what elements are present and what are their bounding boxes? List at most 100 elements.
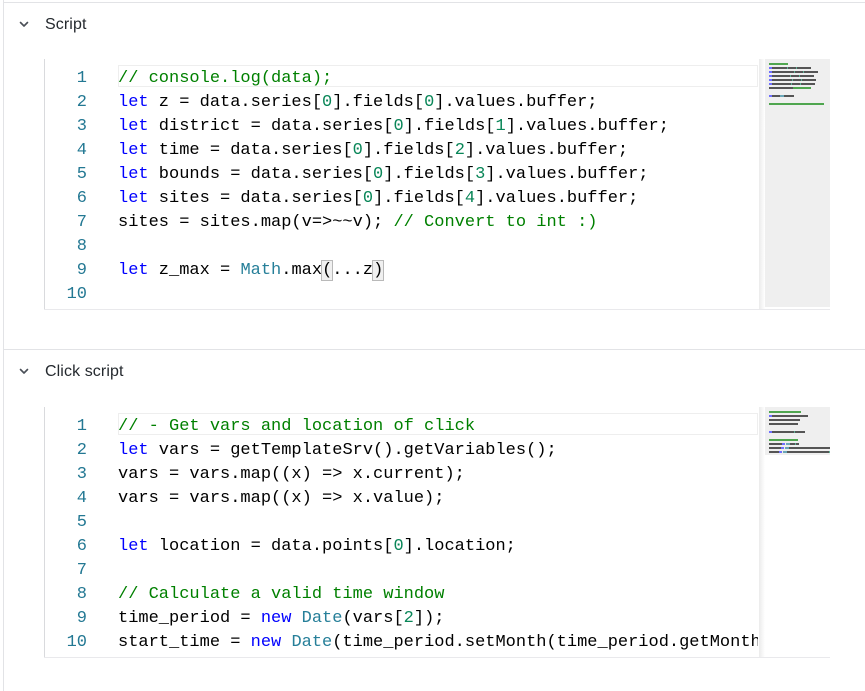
line-number: 8	[76, 585, 87, 604]
code-line: vars = vars.map((x) => x.current);	[118, 463, 465, 487]
code-token: ].fields[	[383, 165, 476, 184]
minimap-line	[795, 431, 805, 433]
code-token: let	[118, 261, 149, 280]
click-script-section-header[interactable]: Click script	[4, 350, 865, 394]
editor-bottom-border	[44, 309, 830, 310]
minimap-line	[781, 447, 784, 449]
code-token: ]);	[413, 609, 445, 628]
code-token: sites = data.series[	[148, 189, 363, 208]
code-line: let time = data.series[0].fields[2].valu…	[118, 139, 628, 163]
code-token: 1	[495, 117, 506, 136]
code-token: 2	[454, 141, 465, 160]
chevron-down-icon	[19, 368, 29, 374]
line-number: 7	[76, 561, 87, 580]
minimap-line	[772, 95, 780, 97]
code-line: vars = vars.map((x) => x.value);	[118, 487, 444, 511]
line-number: 10	[66, 285, 87, 304]
minimap[interactable]	[759, 59, 830, 310]
code-token: Math	[240, 261, 282, 280]
code-token: let	[118, 189, 149, 208]
script-code-editor[interactable]: 1234567891011 // console.log(data);let z…	[44, 59, 830, 310]
code-token: ].values.buffer;	[505, 117, 669, 136]
code-token: 0	[393, 537, 404, 556]
minimap-line	[769, 451, 779, 453]
code-token: .max	[281, 261, 323, 280]
line-number-gutter: 1234567891011	[45, 407, 100, 658]
line-number: 8	[76, 237, 87, 256]
code-token: 0	[373, 165, 384, 184]
code-token: start_time =	[118, 633, 251, 652]
code-token: ].location;	[403, 537, 516, 556]
line-number: 3	[76, 465, 87, 484]
line-number: 7	[76, 213, 87, 232]
code-token: 0	[393, 117, 404, 136]
line-number: 9	[76, 261, 87, 280]
code-token: 0	[322, 93, 333, 112]
code-token: vars = vars.map((x) => x.current);	[118, 465, 465, 484]
minimap-line	[801, 83, 815, 85]
minimap-line	[782, 443, 785, 445]
minimap-line	[779, 451, 782, 453]
line-number: 2	[76, 441, 87, 460]
code-token: // Convert to int :)	[393, 213, 598, 232]
line-number: 1	[76, 417, 87, 436]
code-line: // console.log(data);	[118, 67, 332, 91]
line-number: 6	[76, 537, 87, 556]
code-line: time_period = new Date(vars[2]);	[118, 607, 444, 631]
code-token: )	[372, 260, 385, 281]
minimap-line	[829, 451, 830, 453]
code-token: sites = sites.map(v=>~~v);	[118, 213, 394, 232]
click-script-code-editor[interactable]: 1234567891011 // - Get vars and location…	[44, 407, 830, 658]
minimap-line	[800, 75, 814, 77]
code-token: 0	[424, 93, 435, 112]
minimap[interactable]	[759, 407, 830, 658]
minimap-line	[802, 79, 816, 81]
code-token: // console.log(data);	[118, 69, 333, 88]
code-token: ].values.buffer;	[475, 189, 639, 208]
minimap-line	[769, 447, 781, 449]
code-token: let	[118, 537, 149, 556]
code-token: z = data.series[	[148, 93, 323, 112]
code-token: 3	[475, 165, 486, 184]
script-section-header[interactable]: Script	[4, 3, 865, 47]
line-number: 3	[76, 117, 87, 136]
code-token: z_max =	[148, 261, 241, 280]
minimap-line	[787, 451, 829, 453]
section-title: Click script	[45, 363, 124, 380]
code-line: sites = sites.map(v=>~~v); // Convert to…	[118, 211, 598, 235]
line-number: 2	[76, 93, 87, 112]
click-script-section: Click script 1234567891011 // - Get vars…	[4, 349, 865, 691]
code-token: (vars[	[342, 609, 404, 628]
code-line: let sites = data.series[0].fields[4].val…	[118, 187, 638, 211]
code-token: ].fields[	[373, 189, 465, 208]
code-token: let	[118, 165, 149, 184]
code-line: let bounds = data.series[0].fields[3].va…	[118, 163, 649, 187]
code-area[interactable]: // - Get vars and location of click let v…	[118, 407, 758, 658]
code-line: let district = data.series[0].fields[1].…	[118, 115, 669, 139]
code-token: ].fields[	[362, 141, 455, 160]
line-number: 6	[76, 189, 87, 208]
code-token: ].values.buffer;	[464, 141, 629, 160]
code-token: time = data.series[	[148, 141, 353, 160]
code-token: (	[321, 260, 334, 281]
minimap-line	[769, 443, 782, 445]
code-token: bounds = data.series[	[148, 165, 374, 184]
editor-panel-options: Script 1234567891011 // console.log(data…	[3, 0, 865, 691]
code-line: let location = data.points[0].location;	[118, 535, 516, 559]
code-token: vars = getTemplateSrv().getVariables();	[148, 441, 557, 460]
code-area[interactable]: // console.log(data); let z = data.series…	[118, 59, 758, 310]
minimap-line	[772, 79, 792, 81]
script-section: Script 1234567891011 // console.log(data…	[4, 2, 865, 348]
minimap-line	[769, 87, 793, 89]
minimap-line	[772, 431, 794, 433]
code-token: new	[260, 609, 292, 628]
code-token: 4	[464, 189, 476, 208]
minimap-line	[793, 79, 801, 81]
code-token: (time_period.setMonth(time_period.getMon…	[332, 633, 758, 652]
minimap-line	[769, 439, 798, 441]
line-number: 9	[76, 609, 87, 628]
code-token: time_period =	[118, 609, 261, 628]
chevron-down-icon	[19, 21, 29, 27]
code-line: start_time = new Date(time_period.setMon…	[118, 631, 758, 655]
